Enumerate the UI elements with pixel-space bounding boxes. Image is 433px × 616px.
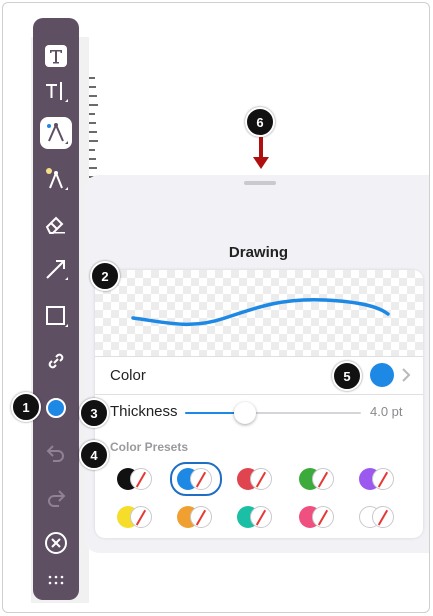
current-color-icon: [46, 398, 66, 418]
thickness-value: 4.0 pt: [370, 404, 403, 419]
stroke-preview-line: [131, 297, 390, 327]
document-text-line: [89, 122, 96, 124]
no-fill-icon: [372, 506, 394, 528]
drawing-panel: Color Thickness 4.0 pt Color Presets: [95, 270, 423, 538]
thickness-slider-thumb[interactable]: [233, 402, 256, 424]
text-box-tool-button[interactable]: [40, 40, 72, 72]
document-text-line: [89, 104, 98, 106]
annotation-toolbar: [33, 18, 79, 600]
callout-5: 5: [332, 361, 362, 391]
color-preset[interactable]: [299, 505, 341, 533]
callout-2: 2: [90, 261, 120, 291]
grid-dots-icon: [48, 574, 64, 586]
color-preset[interactable]: [299, 467, 341, 495]
eraser-icon: [43, 211, 69, 237]
shape-tool-button[interactable]: [40, 300, 72, 332]
no-fill-icon: [190, 506, 212, 528]
no-fill-icon: [312, 506, 334, 528]
text-box-icon: [44, 44, 68, 68]
color-preset[interactable]: [117, 505, 159, 533]
thickness-slider[interactable]: [185, 412, 361, 414]
document-text-line: [89, 95, 97, 97]
no-fill-icon: [250, 468, 272, 490]
document-text-line: [89, 113, 95, 115]
highlighter-icon: [43, 166, 69, 192]
pointer-arrow-shaft: [259, 137, 263, 159]
no-fill-icon: [250, 506, 272, 528]
callout-6: 6: [245, 107, 275, 137]
document-text-line: [89, 86, 96, 88]
no-fill-icon: [190, 468, 212, 490]
callout-4: 4: [79, 440, 109, 470]
redo-button[interactable]: [40, 482, 72, 514]
no-fill-icon: [130, 468, 152, 490]
thickness-row: Thickness 4.0 pt: [95, 394, 423, 432]
pen-nib-icon: [43, 120, 69, 146]
document-text-line: [89, 149, 95, 151]
close-circle-icon: [44, 531, 68, 555]
link-icon: [44, 349, 68, 373]
document-text-line: [89, 140, 98, 142]
color-presets-label: Color Presets: [110, 440, 189, 454]
screenshot-frame: Drawing Color Thickness 4.0 pt Color Pre…: [2, 2, 430, 613]
color-preset[interactable]: [170, 462, 222, 496]
color-row[interactable]: Color: [95, 356, 423, 394]
eraser-tool-button[interactable]: [40, 208, 72, 240]
undo-button[interactable]: [40, 437, 72, 469]
color-preset[interactable]: [359, 467, 401, 495]
drawing-sheet: Drawing Color Thickness 4.0 pt Color Pre…: [85, 175, 429, 553]
no-fill-icon: [372, 468, 394, 490]
sheet-title: Drawing: [228, 244, 289, 261]
more-handle[interactable]: [40, 564, 72, 596]
color-preset[interactable]: [359, 505, 401, 533]
color-preset[interactable]: [177, 505, 219, 533]
chevron-right-icon: [401, 367, 411, 383]
pen-tool-button[interactable]: [40, 117, 72, 149]
thickness-label: Thickness: [110, 403, 178, 420]
color-preset[interactable]: [237, 505, 279, 533]
highlighter-tool-button[interactable]: [40, 163, 72, 195]
callout-1: 1: [11, 392, 41, 422]
document-text-line: [89, 77, 95, 79]
document-text-line: [89, 167, 97, 169]
color-swatch[interactable]: [370, 363, 394, 387]
no-fill-icon: [312, 468, 334, 490]
line-arrow-icon: [43, 256, 69, 282]
close-button[interactable]: [40, 527, 72, 559]
callout-3: 3: [79, 398, 109, 428]
color-preset[interactable]: [237, 467, 279, 495]
sheet-grabber[interactable]: [244, 181, 276, 185]
pointer-arrow-head: [253, 157, 269, 169]
no-fill-icon: [130, 506, 152, 528]
text-cursor-icon: [43, 78, 69, 104]
stroke-preview: [95, 270, 423, 356]
text-tool-button[interactable]: [40, 75, 72, 107]
color-label: Color: [110, 367, 146, 384]
color-preset[interactable]: [117, 467, 159, 495]
document-text-line: [89, 131, 97, 133]
arrow-tool-button[interactable]: [40, 253, 72, 285]
document-text-line: [89, 158, 96, 160]
undo-icon: [44, 441, 68, 465]
rectangle-icon: [43, 303, 69, 329]
color-picker-button[interactable]: [40, 392, 72, 424]
redo-icon: [44, 486, 68, 510]
link-tool-button[interactable]: [40, 345, 72, 377]
